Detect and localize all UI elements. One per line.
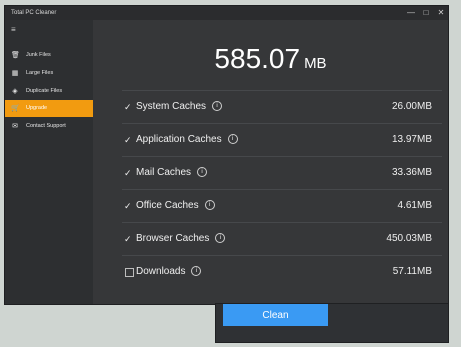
trash-icon: 🗑	[11, 52, 20, 59]
total-size-value: 585.07	[214, 43, 301, 74]
unchecked-checkbox[interactable]	[125, 268, 134, 277]
cache-row-browser: ✓ Browser Caches i 450.03MB	[122, 222, 442, 256]
grid-icon: ▦	[11, 70, 19, 77]
cache-size: 450.03MB	[386, 233, 432, 244]
layers-icon: ◈	[12, 88, 18, 95]
checkmark-icon[interactable]: ✓	[124, 102, 134, 113]
menu-icon[interactable]: ≡	[11, 25, 16, 34]
sidebar-item-label: Contact Support	[26, 123, 66, 129]
window-title: Total PC Cleaner	[11, 10, 57, 16]
sidebar-item-label: Duplicate Files	[26, 88, 63, 94]
app-window: Total PC Cleaner — □ ✕ ≡ 🗑 Junk Files ▦ …	[5, 6, 448, 304]
cache-size: 33.36MB	[391, 167, 432, 178]
cache-row-application: ✓ Application Caches i 13.97MB	[122, 123, 442, 157]
cache-label: Browser Caches	[136, 233, 210, 244]
cache-size: 13.97MB	[391, 134, 432, 145]
checkmark-icon[interactable]: ✓	[124, 234, 134, 245]
sidebar-item-label: Junk Files	[26, 52, 51, 58]
close-icon[interactable]: ✕	[434, 7, 448, 19]
sidebar-item-contact-support[interactable]: ✉ Contact Support	[5, 118, 93, 135]
info-icon[interactable]: i	[191, 266, 202, 277]
cache-row-downloads: Downloads i 57.11MB	[122, 255, 442, 289]
total-size: 585.07 MB	[93, 43, 448, 75]
info-icon[interactable]: i	[215, 233, 226, 244]
cache-size: 57.11MB	[392, 266, 432, 277]
main-panel: 585.07 MB ✓ System Caches i 26.00MB ✓ Appl…	[93, 20, 448, 304]
title-bar: Total PC Cleaner — □ ✕	[5, 6, 448, 20]
info-icon[interactable]: i	[212, 101, 223, 112]
cache-label: Application Caches	[136, 134, 222, 145]
sidebar-item-upgrade[interactable]: 🛒 Upgrade	[5, 100, 93, 117]
mail-icon: ✉	[12, 123, 18, 130]
cache-row-mail: ✓ Mail Caches i 33.36MB	[122, 156, 442, 190]
cache-label: Downloads	[136, 266, 186, 277]
sidebar-item-label: Large Files	[26, 70, 54, 76]
info-icon[interactable]: i	[204, 200, 215, 211]
sidebar-item-large-files[interactable]: ▦ Large Files	[5, 65, 93, 82]
cart-icon: 🛒	[11, 105, 20, 112]
checkmark-icon[interactable]: ✓	[124, 168, 134, 179]
checkmark-icon[interactable]: ✓	[124, 201, 134, 212]
cache-label: System Caches	[136, 101, 207, 112]
cache-label: Mail Caches	[136, 167, 192, 178]
cache-row-system: ✓ System Caches i 26.00MB	[122, 90, 442, 124]
cache-size: 4.61MB	[397, 200, 432, 211]
cache-size: 26.00MB	[391, 101, 432, 112]
minimize-icon[interactable]: —	[404, 7, 418, 19]
cache-row-office: ✓ Office Caches i 4.61MB	[122, 189, 442, 223]
total-size-unit: MB	[304, 55, 327, 72]
sidebar-item-label: Upgrade	[26, 105, 48, 111]
sidebar-item-junk-files[interactable]: 🗑 Junk Files	[5, 47, 93, 64]
sidebar: ≡ 🗑 Junk Files ▦ Large Files ◈ Duplicate…	[5, 20, 93, 304]
clean-button[interactable]: Clean	[223, 304, 328, 326]
info-icon[interactable]: i	[227, 134, 238, 145]
info-icon[interactable]: i	[197, 167, 208, 178]
sidebar-item-duplicate-files[interactable]: ◈ Duplicate Files	[5, 83, 93, 100]
checkmark-icon[interactable]: ✓	[124, 135, 134, 146]
window-bottom-panel: Clean	[216, 304, 448, 342]
maximize-icon[interactable]: □	[419, 7, 433, 19]
cache-label: Office Caches	[136, 200, 199, 211]
